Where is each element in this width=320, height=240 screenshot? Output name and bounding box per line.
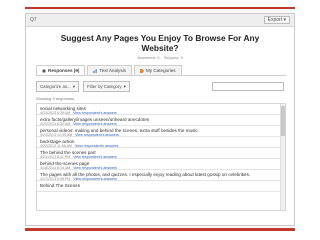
bullet-icon (42, 68, 46, 73)
question-id: Q7 (30, 17, 37, 23)
tab-bar: Responses (9) Text Analysis My Categorie… (36, 65, 286, 76)
view-answers-link[interactable]: View respondent's answers (73, 177, 117, 181)
list-item: behind-the-scenes page 4/18/2013 8:14 AM V… (37, 159, 285, 170)
question-panel: Q7 Export ▾ Suggest Any Pages You Enjoy … (25, 13, 295, 226)
list-item: personal videos: making and behind the s… (37, 126, 285, 137)
scrollbar-thumb[interactable] (281, 106, 285, 136)
response-stats: Answered: 9 Skipped: 0 (26, 55, 294, 60)
tab-text-analysis-label: Text Analysis (99, 68, 126, 73)
response-date: 4/21/2013 8:11 PM (40, 154, 71, 159)
response-date: 4/23/2013 12:49 AM (40, 132, 73, 137)
panel-header: Q7 Export ▾ (26, 14, 294, 27)
answered-count: Answered: 9 (137, 55, 160, 60)
response-date: 4/17/2013 5:59 PM (40, 176, 71, 181)
tab-text-analysis[interactable]: Text Analysis (87, 65, 132, 75)
view-answers-link[interactable]: View respondent's answers (73, 155, 117, 159)
view-answers-link[interactable]: View respondent's answers (75, 144, 119, 148)
response-text: The pages with all the photos, and quizz… (40, 171, 251, 177)
skipped-count: Skipped: 0 (163, 55, 183, 60)
tab-my-categories[interactable]: My Categories (133, 65, 182, 75)
chevron-down-icon: ▾ (123, 83, 126, 89)
response-date: 4/18/2013 8:14 AM (40, 165, 71, 170)
view-answers-link[interactable]: View respondent's answers (73, 166, 117, 170)
accent-line-bottom (25, 228, 295, 231)
scrollbar[interactable] (280, 104, 285, 210)
response-list: social networking sites 4/23/2013 6:35 AM… (36, 103, 286, 211)
list-item: extra facts/gallery/images unseen/unhear… (37, 115, 285, 126)
response-meta (40, 188, 282, 193)
slide-top-bar (0, 0, 320, 5)
filter-row: Categorize as... ▾ Filter by Category ▾ (36, 81, 284, 92)
categorize-as-label: Categorize as... (40, 84, 71, 89)
view-answers-link[interactable]: View respondent's answers (73, 122, 117, 126)
tag-icon (139, 68, 144, 73)
response-date: 4/23/2013 6:32 AM (40, 121, 71, 126)
export-button[interactable]: Export ▾ (263, 16, 290, 24)
categorize-as-dropdown[interactable]: Categorize as... ▾ (36, 81, 79, 92)
chart-icon (93, 68, 98, 73)
tab-responses[interactable]: Responses (9) (36, 65, 86, 75)
view-answers-link[interactable]: View respondent's answers (73, 111, 117, 115)
showing-count: Showing 9 responses (36, 96, 75, 101)
response-date: 4/23/2013 6:35 AM (40, 110, 71, 115)
filter-by-category-dropdown[interactable]: Filter by Category ▾ (82, 81, 130, 92)
search-input[interactable] (212, 82, 284, 91)
filter-by-category-label: Filter by Category (86, 84, 122, 89)
chevron-down-icon: ▾ (72, 83, 75, 89)
view-answers-link[interactable]: View respondent's answers (75, 133, 119, 137)
list-item: The pages with all the photos, and quizz… (37, 170, 285, 181)
list-item: The behind the scenes part 4/21/2013 8:11… (37, 148, 285, 159)
accent-line-top (25, 7, 295, 9)
tab-my-categories-label: My Categories (145, 68, 176, 73)
tab-responses-label: Responses (9) (48, 68, 80, 73)
question-title: Suggest Any Pages You Enjoy To Browse Fo… (60, 33, 260, 53)
list-item: social networking sites 4/23/2013 6:35 AM… (37, 104, 285, 115)
list-item: backstage action 4/22/2013 11:56 AM View r… (37, 137, 285, 148)
list-item: Behind The Scenes (37, 181, 285, 192)
response-date: 4/22/2013 11:56 AM (40, 143, 72, 148)
